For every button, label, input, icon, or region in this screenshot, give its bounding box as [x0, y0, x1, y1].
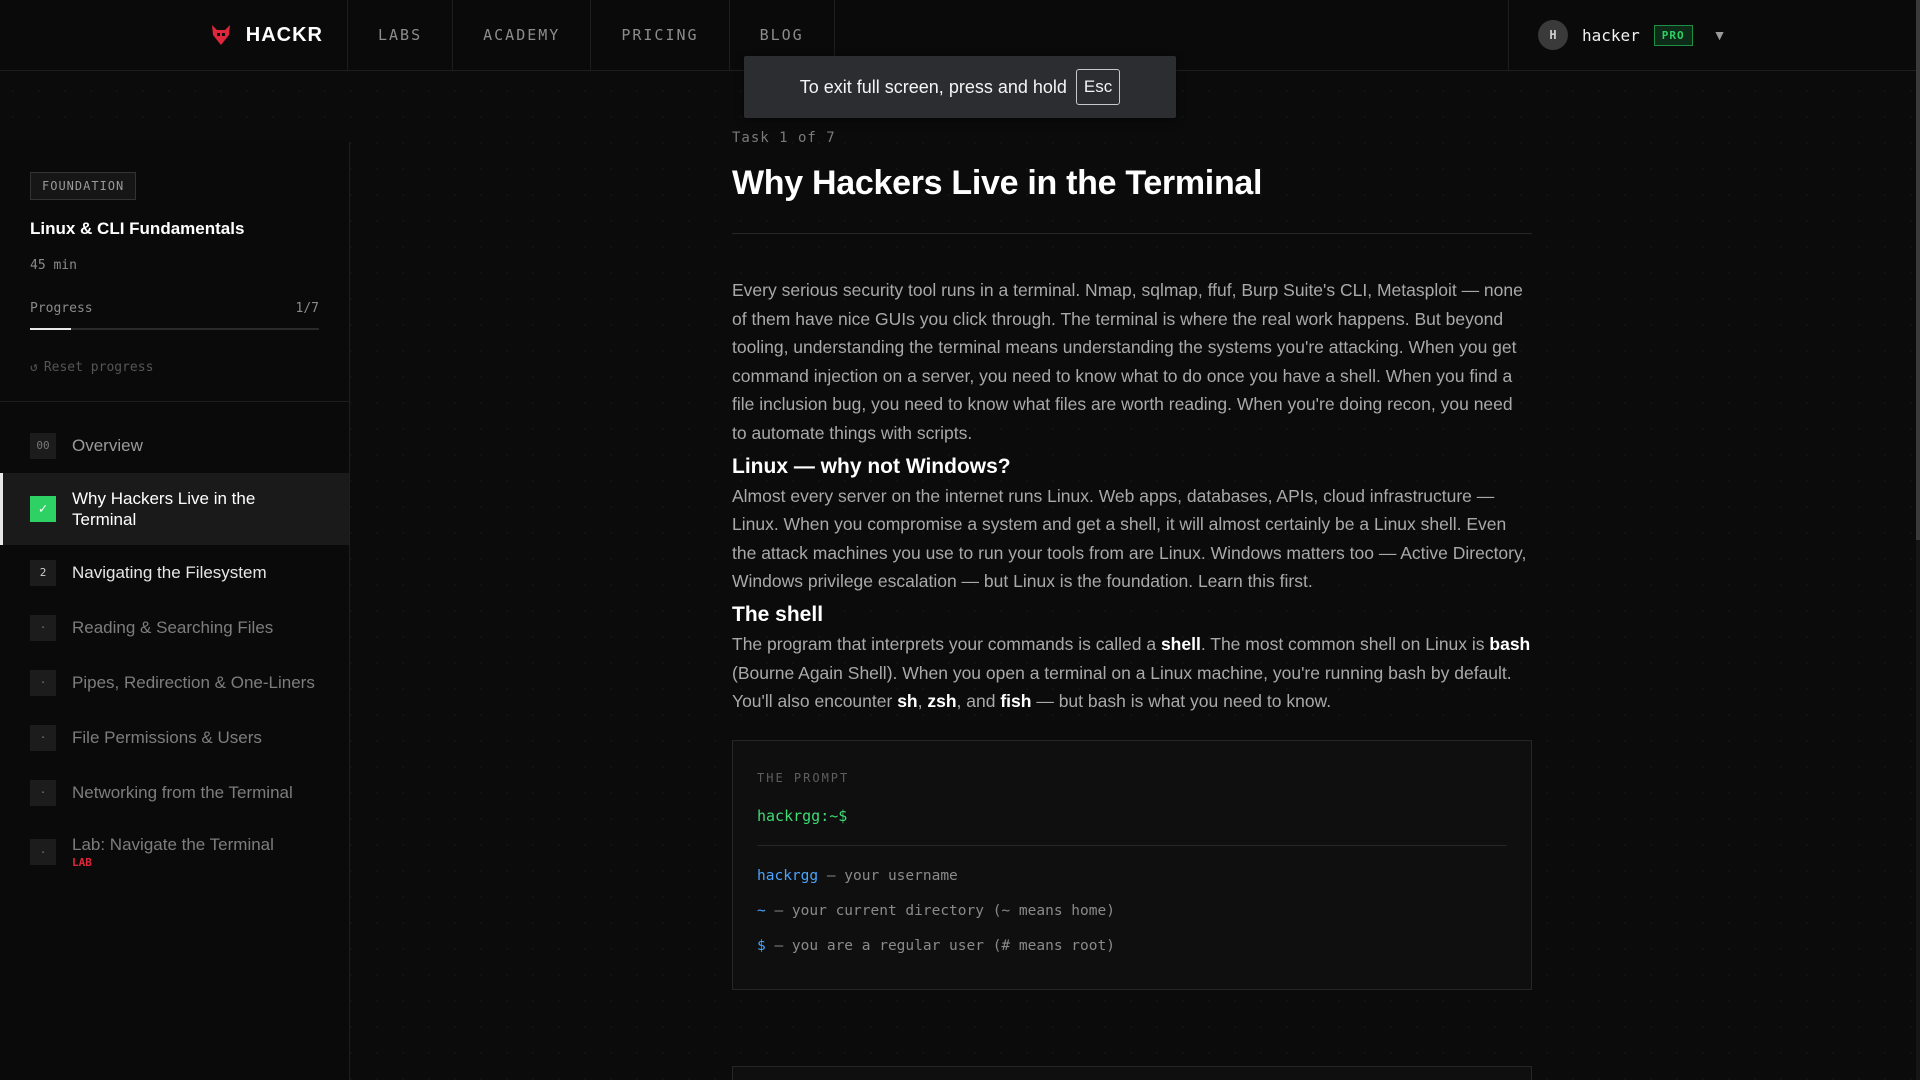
- fullscreen-toast-text: To exit full screen, press and hold: [799, 76, 1067, 97]
- course-title: Linux & CLI Fundamentals: [30, 219, 245, 238]
- task-number: 2: [30, 559, 56, 586]
- brand-name: HACKR: [245, 23, 323, 46]
- brand[interactable]: HACKR: [0, 0, 348, 70]
- task-label: Lab: Navigate the Terminal: [72, 834, 274, 854]
- task-number: ·: [30, 724, 56, 751]
- task-label: Navigating the Filesystem: [72, 563, 267, 582]
- page-scrollbar[interactable]: [1916, 0, 1920, 1080]
- title-divider: [732, 233, 1532, 234]
- pro-badge: PRO: [1653, 24, 1693, 46]
- task-list: 00 Overview ✓ Why Hackers Live in the Te…: [0, 402, 349, 884]
- progress-count: 1/7: [295, 301, 319, 316]
- section-heading-shell: The shell: [732, 602, 824, 626]
- shell-paragraph: The program that interprets your command…: [732, 633, 1531, 712]
- course-tag: FOUNDATION: [30, 172, 137, 200]
- course-header: FOUNDATION Linux & CLI Fundamentals 45 m…: [0, 142, 349, 402]
- task-number: ·: [30, 614, 56, 641]
- task-label: Pipes, Redirection & One-Liners: [72, 673, 315, 692]
- task-item-navigating-filesystem[interactable]: 2 Navigating the Filesystem: [0, 545, 349, 600]
- code-card-label: THE PROMPT: [757, 770, 850, 785]
- task-item-networking[interactable]: · Networking from the Terminal: [0, 765, 349, 820]
- esc-key-hint: Esc: [1075, 69, 1121, 105]
- task-label: Overview: [72, 436, 143, 455]
- task-label: Reading & Searching Files: [72, 618, 274, 637]
- lab-badge: LAB: [72, 855, 92, 869]
- username[interactable]: hacker: [1582, 26, 1640, 45]
- task-number: ·: [30, 839, 56, 865]
- shell-prompt: hackrgg:~$: [757, 806, 848, 825]
- page-title: Why Hackers Live in the Terminal: [732, 164, 1263, 202]
- section-heading-linux: Linux — why not Windows?: [732, 454, 1011, 478]
- task-item-why-hackers[interactable]: ✓ Why Hackers Live in the Terminal: [0, 473, 349, 545]
- progress-row: Progress 1/7: [30, 301, 319, 316]
- prompt-code-card: THE PROMPT hackrgg:~$ hackrgg — your use…: [732, 739, 1532, 990]
- task-counter: Task 1 of 7: [732, 130, 836, 146]
- course-sidebar: FOUNDATION Linux & CLI Fundamentals 45 m…: [0, 142, 350, 1080]
- task-label: Why Hackers Live in the Terminal: [72, 489, 256, 529]
- reset-icon: ↺: [30, 360, 38, 375]
- avatar[interactable]: H: [1538, 20, 1568, 50]
- task-number: ·: [30, 779, 56, 806]
- task-item-pipes-redirection[interactable]: · Pipes, Redirection & One-Liners: [0, 655, 349, 710]
- reset-progress-label: Reset progress: [43, 360, 154, 375]
- progress-bar: [30, 328, 319, 330]
- fullscreen-toast: To exit full screen, press and hold Esc: [744, 56, 1176, 118]
- code-line-directory: ~ — your current directory (~ means home…: [757, 902, 1115, 919]
- progress-bar-fill: [30, 328, 72, 330]
- progress-label: Progress: [30, 301, 93, 316]
- nav-link-academy[interactable]: ACADEMY: [453, 0, 592, 70]
- chevron-down-icon[interactable]: ▼: [1713, 27, 1727, 43]
- hackr-logo-icon: [211, 25, 230, 45]
- intro-paragraph: Every serious security tool runs in a te…: [732, 280, 1523, 443]
- task-item-reading-searching[interactable]: · Reading & Searching Files: [0, 600, 349, 655]
- reset-progress-button[interactable]: ↺ Reset progress: [30, 360, 319, 375]
- task-label: File Permissions & Users: [72, 728, 262, 747]
- check-icon: ✓: [30, 496, 56, 522]
- code-divider: [757, 844, 1507, 846]
- scrollbar-thumb[interactable]: [1916, 0, 1920, 540]
- nav-link-labs[interactable]: LABS: [348, 0, 454, 70]
- task-item-lab-navigate[interactable]: · Lab: Navigate the Terminal LAB: [0, 820, 349, 884]
- task-item-file-permissions[interactable]: · File Permissions & Users: [0, 710, 349, 765]
- code-line-user-type: $ — you are a regular user (# means root…: [757, 937, 1115, 954]
- task-label-wrap: Lab: Navigate the Terminal LAB: [72, 834, 274, 871]
- user-menu[interactable]: H hacker PRO ▼: [1508, 0, 1916, 70]
- linux-paragraph: Almost every server on the internet runs…: [732, 485, 1527, 592]
- lesson-content: Task 1 of 7 Why Hackers Live in the Term…: [732, 130, 1532, 990]
- next-content-card: [732, 1066, 1532, 1080]
- task-number: ·: [30, 669, 56, 696]
- code-line-username: hackrgg — your username: [757, 867, 958, 884]
- course-duration: 45 min: [30, 258, 77, 273]
- nav-link-pricing[interactable]: PRICING: [591, 0, 730, 70]
- task-label: Networking from the Terminal: [72, 783, 293, 802]
- task-item-overview[interactable]: 00 Overview: [0, 418, 349, 473]
- task-number: 00: [30, 432, 56, 459]
